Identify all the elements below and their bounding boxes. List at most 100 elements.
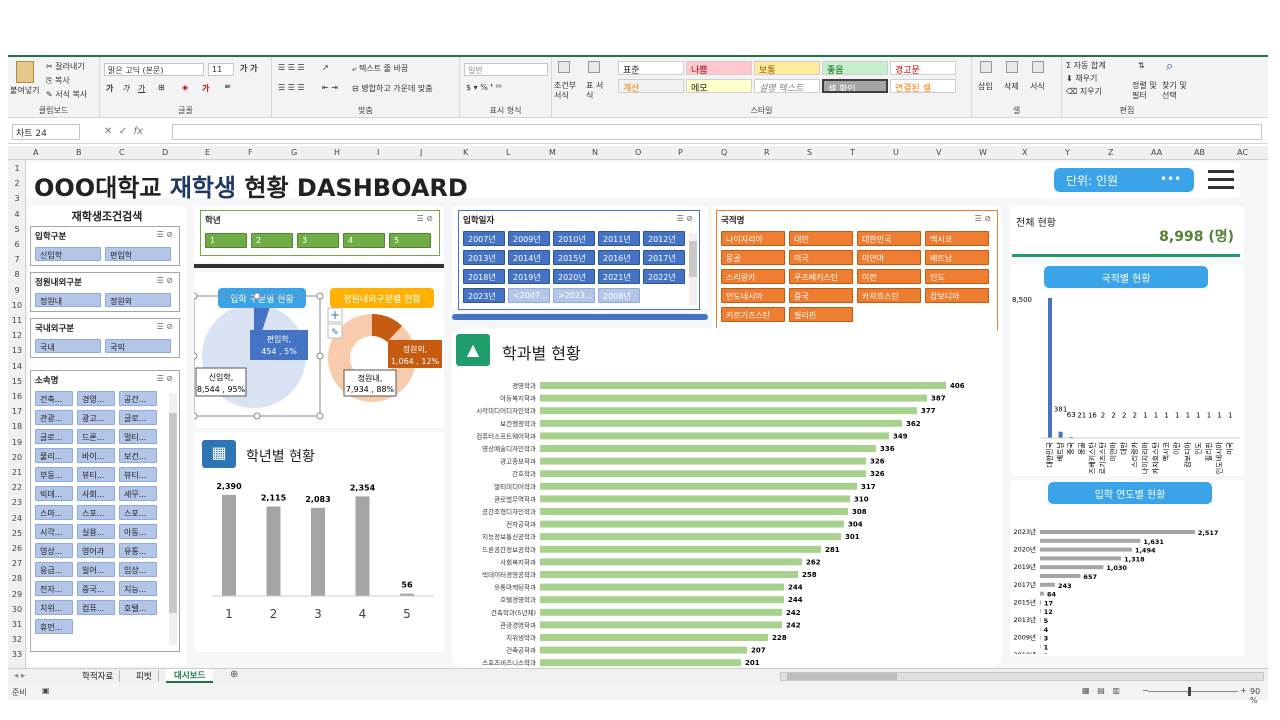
row-header[interactable]: 7 — [8, 255, 26, 264]
zoom-in-icon[interactable]: + — [1240, 686, 1247, 695]
slicer-item[interactable]: 2007년 — [463, 231, 505, 246]
year-scrollbar[interactable] — [689, 233, 697, 305]
slicer-item[interactable]: 우즈베키스탄 — [789, 269, 853, 284]
row-header[interactable]: 17 — [8, 407, 26, 416]
style-check[interactable]: 셀 확인 — [822, 79, 888, 93]
tab-pivot[interactable]: 피벗 — [130, 670, 159, 682]
row-header[interactable]: 12 — [8, 331, 26, 340]
cut-button[interactable]: ✂ 잘라내기 — [46, 61, 85, 72]
conditional-format-button[interactable]: 조건부 서식 — [554, 81, 582, 101]
slicer-item[interactable]: 국내 — [35, 339, 101, 353]
tab-academic[interactable]: 학적자료 — [76, 670, 121, 682]
row-header[interactable]: 8 — [8, 270, 26, 279]
slicer-item[interactable]: 2012년 — [643, 231, 685, 246]
slicer-item[interactable]: 나이지리아 — [721, 231, 785, 246]
column-header[interactable]: M — [549, 148, 556, 157]
autosum-button[interactable]: Σ 자동 합계 — [1066, 60, 1106, 71]
slicer-item[interactable]: 2016년 — [598, 250, 640, 265]
copy-button[interactable]: ⎘ 복사 — [46, 75, 70, 86]
slicer-item[interactable]: 키르기즈스탄 — [721, 307, 785, 322]
column-header[interactable]: C — [119, 148, 125, 157]
selection-handle[interactable] — [316, 352, 324, 360]
column-header[interactable]: Z — [1108, 148, 1113, 157]
slicer-item[interactable]: 인도 — [925, 269, 989, 284]
slicer-item[interactable]: 멀티... — [119, 429, 157, 444]
row-header[interactable]: 33 — [8, 650, 26, 659]
row-header[interactable]: 1 — [8, 164, 26, 173]
style-warning[interactable]: 경고문 — [890, 61, 956, 75]
slicer-item[interactable]: 뷰티... — [77, 467, 115, 482]
insert-button[interactable]: 삽입 — [978, 81, 993, 92]
selection-handle[interactable] — [194, 412, 198, 420]
row-header[interactable]: 19 — [8, 438, 26, 447]
slicer-item[interactable]: 2013년 — [463, 250, 505, 265]
slicer-item[interactable]: 3 — [297, 233, 339, 248]
slicer-clear-icon[interactable]: ☰ ⊘ — [157, 276, 173, 285]
column-header[interactable]: F — [248, 148, 253, 157]
row-header[interactable]: 21 — [8, 468, 26, 477]
slicer-item[interactable]: 공간... — [119, 391, 157, 406]
column-header[interactable]: J — [420, 148, 422, 157]
slicer-item[interactable]: 호텔... — [119, 600, 157, 615]
orientation-icon[interactable]: ↗ — [322, 63, 329, 72]
sort-filter-button[interactable]: 정렬 및 필터 — [1132, 81, 1158, 101]
slicer-clear-icon[interactable]: ☰ ⊘ — [157, 230, 173, 239]
insert-icon[interactable] — [980, 61, 992, 73]
slicer-item[interactable]: 사회... — [77, 486, 115, 501]
format-icon[interactable] — [1032, 61, 1044, 73]
column-header[interactable]: H — [334, 148, 340, 157]
row-header[interactable]: 18 — [8, 422, 26, 431]
slicer-item[interactable]: 유통... — [119, 543, 157, 558]
phonetic-icon[interactable]: ᄤ — [224, 83, 231, 94]
macro-icon[interactable]: ▣ — [42, 686, 50, 695]
slicer-item[interactable]: 정원외 — [105, 293, 171, 307]
row-header[interactable]: 15 — [8, 377, 26, 386]
slicer-item[interactable]: 몽골 — [721, 250, 785, 265]
row-header[interactable]: 4 — [8, 210, 26, 219]
column-header[interactable]: T — [850, 148, 855, 157]
fill-button[interactable]: ⬇ 채우기 — [1066, 73, 1097, 84]
slicer-item[interactable]: 카자흐스탄 — [857, 288, 921, 303]
slicer-item[interactable]: 실용... — [77, 524, 115, 539]
row-header[interactable]: 26 — [8, 544, 26, 553]
slicer-item[interactable]: 임상... — [119, 562, 157, 577]
row-header[interactable]: 29 — [8, 590, 26, 599]
slicer-item[interactable]: 컴퓨... — [77, 600, 115, 615]
slicer-item[interactable]: 인도네시아 — [721, 288, 785, 303]
style-calc[interactable]: 계산 — [618, 79, 684, 93]
column-header[interactable]: O — [635, 148, 641, 157]
row-header[interactable]: 11 — [8, 316, 26, 325]
slicer-item[interactable]: 광고... — [77, 410, 115, 425]
slicer-item[interactable]: 2008년 — [598, 288, 640, 303]
row-header[interactable]: 25 — [8, 529, 26, 538]
row-header[interactable]: 13 — [8, 346, 26, 355]
slicer-item[interactable]: 2017년 — [643, 250, 685, 265]
slicer-item[interactable]: >2023... — [553, 288, 595, 303]
slicer-item[interactable]: 2021년 — [598, 269, 640, 284]
slicer-item[interactable]: 중국... — [77, 581, 115, 596]
slicer-item[interactable]: 관광... — [35, 410, 73, 425]
row-header[interactable]: 30 — [8, 605, 26, 614]
slicer-item[interactable]: 치위... — [35, 600, 73, 615]
font-name-box[interactable]: 맑은 고딕 (본문) — [104, 63, 204, 76]
number-format-icons[interactable]: $ ▾ % ❜ ⁰⁰ — [466, 83, 502, 92]
row-header[interactable]: 22 — [8, 483, 26, 492]
wrap-text-button[interactable]: ⤶ 텍스트 줄 바꿈 — [352, 63, 408, 74]
slicer-clear-icon[interactable]: ☰ ⊘ — [157, 374, 173, 383]
slicer-item[interactable]: 멕시코 — [925, 231, 989, 246]
style-note[interactable]: 메모 — [686, 79, 752, 93]
slicer-item[interactable]: 세무... — [119, 486, 157, 501]
slicer-item[interactable]: 2022년 — [643, 269, 685, 284]
merge-center-button[interactable]: ⊟ 병합하고 가운데 맞춤 — [352, 83, 433, 94]
slicer-item[interactable]: 뷰티... — [119, 467, 157, 482]
selection-handle[interactable] — [194, 292, 198, 300]
slicer-item[interactable]: 보건... — [119, 448, 157, 463]
column-header[interactable]: W — [979, 148, 987, 157]
row-header[interactable]: 32 — [8, 635, 26, 644]
slicer-item[interactable]: 휴먼... — [35, 619, 73, 634]
column-header[interactable]: X — [1022, 148, 1027, 157]
slicer-item[interactable]: 1 — [205, 233, 247, 248]
row-header[interactable]: 23 — [8, 498, 26, 507]
slicer-item[interactable]: 영어과 — [77, 543, 115, 558]
column-header[interactable]: A — [33, 148, 38, 157]
